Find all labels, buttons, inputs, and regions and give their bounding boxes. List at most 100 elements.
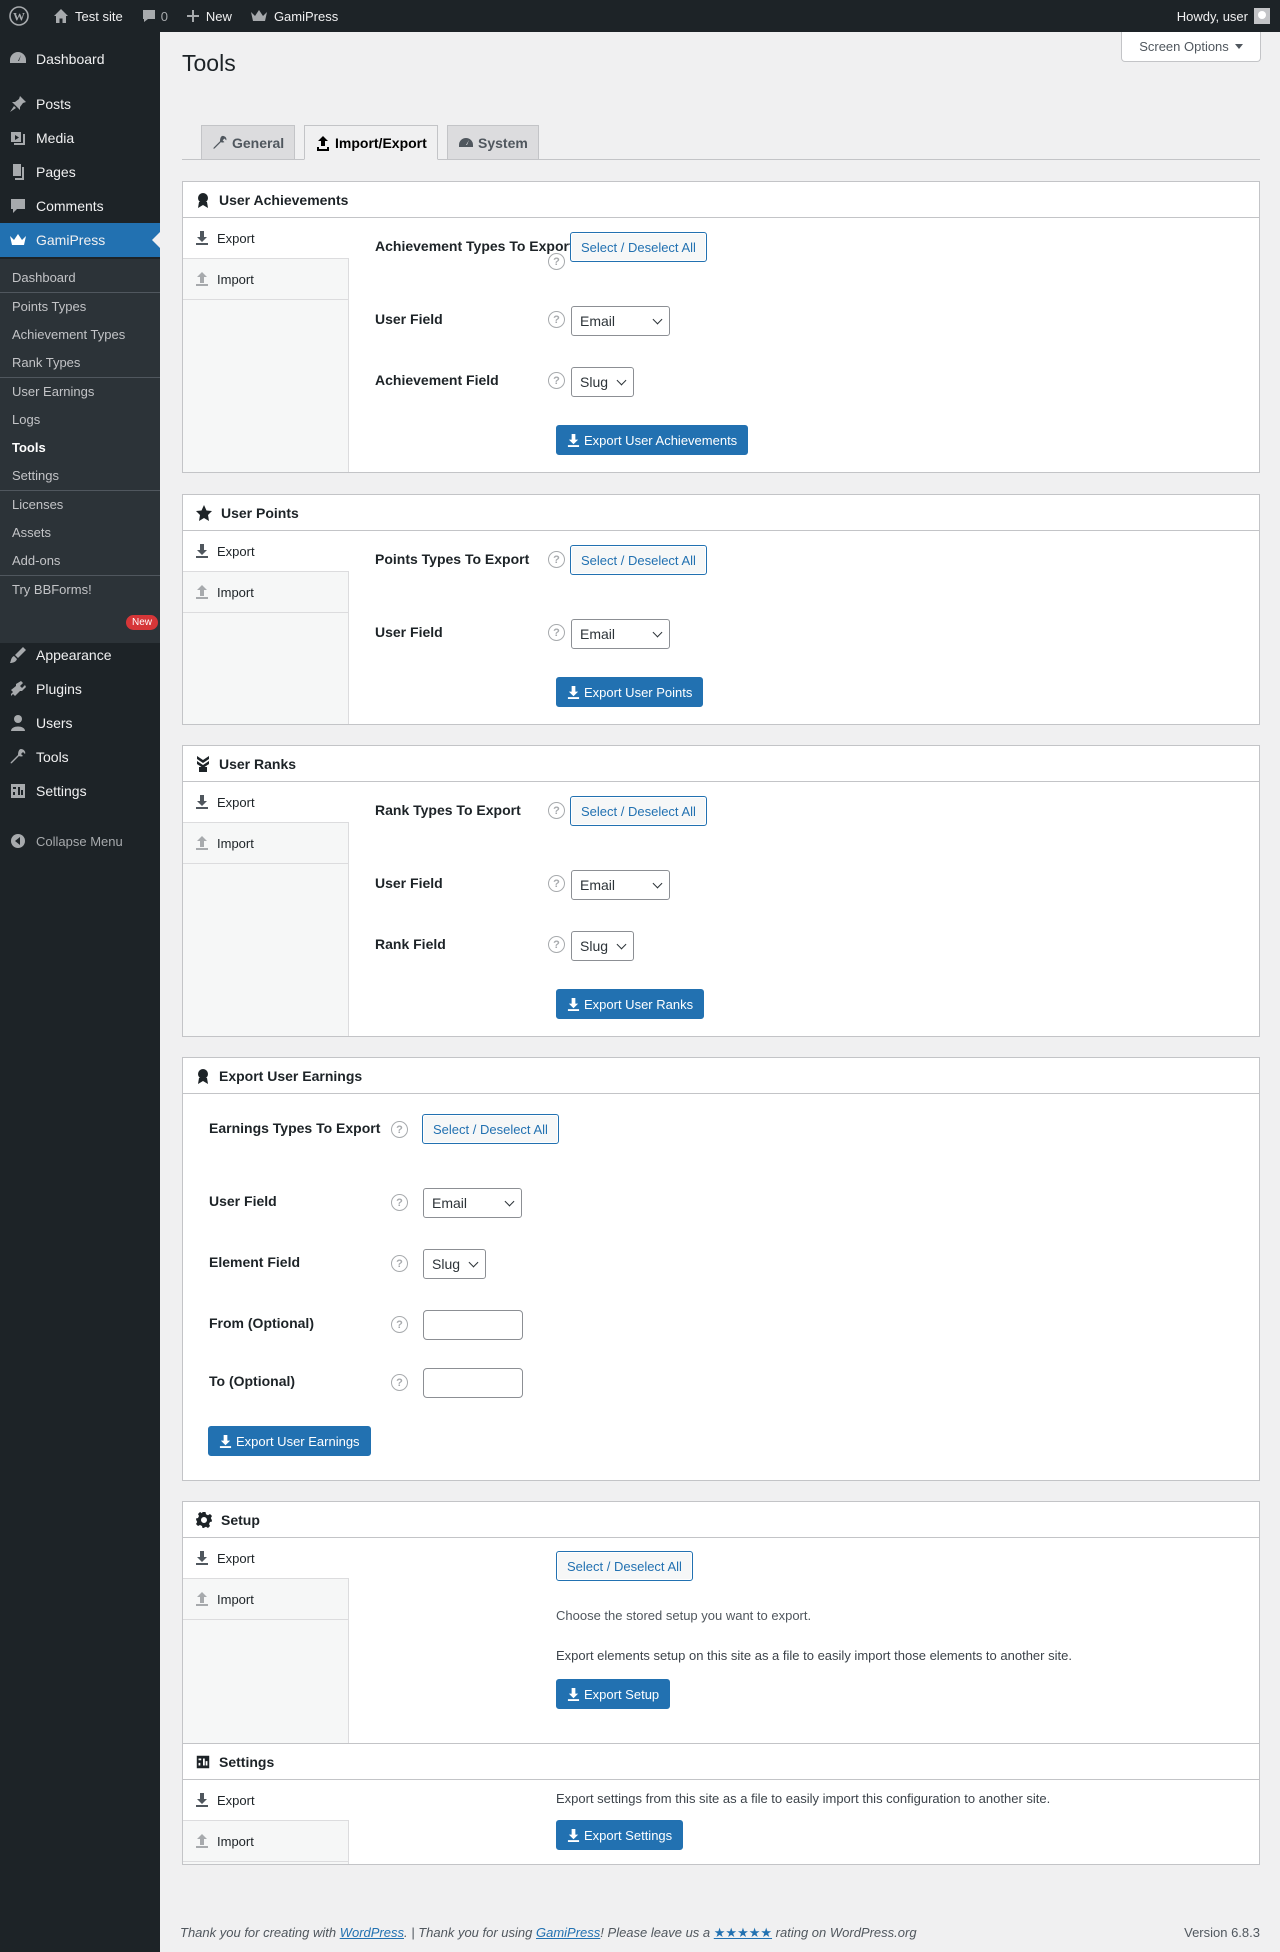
- media-icon: [11, 132, 25, 145]
- vtab-import[interactable]: Import: [183, 1821, 348, 1862]
- tab-import-export[interactable]: Import/Export: [304, 125, 438, 160]
- vtab-export[interactable]: Export: [183, 531, 349, 572]
- help-icon[interactable]: ?: [548, 253, 565, 270]
- award-icon: [198, 1068, 208, 1084]
- vtab-import[interactable]: Import: [183, 259, 348, 300]
- menu-pages[interactable]: Pages: [0, 155, 160, 189]
- vtab-label: Export: [217, 230, 255, 246]
- vtab-export[interactable]: Export: [183, 1538, 349, 1579]
- collapse-menu-button[interactable]: Collapse Menu: [0, 824, 123, 858]
- menu-gamipress[interactable]: GamiPress: [0, 223, 160, 257]
- help-icon[interactable]: ?: [548, 311, 565, 328]
- select-deselect-all-button[interactable]: Select / Deselect All: [556, 1551, 693, 1581]
- submenu-tools[interactable]: Tools: [12, 440, 46, 455]
- box-title: Setup: [221, 1511, 260, 1528]
- help-icon[interactable]: ?: [548, 875, 565, 892]
- submenu-licenses[interactable]: Licenses: [12, 497, 63, 512]
- submenu-points-types[interactable]: Points Types: [12, 299, 86, 314]
- user-field-select[interactable]: Email: [571, 870, 670, 900]
- menu-users[interactable]: Users: [0, 706, 160, 740]
- export-panel: Select / Deselect All Choose the stored …: [349, 1538, 1259, 1753]
- export-user-points-button[interactable]: Export User Points: [556, 677, 704, 707]
- tab-system[interactable]: System: [447, 125, 539, 160]
- box-title: User Achievements: [219, 191, 349, 208]
- vtab-import[interactable]: Import: [183, 823, 348, 864]
- help-icon[interactable]: ?: [391, 1316, 408, 1333]
- submenu-rank-types[interactable]: Rank Types: [12, 355, 80, 370]
- help-icon[interactable]: ?: [391, 1255, 408, 1272]
- vtab-export[interactable]: Export: [183, 1780, 349, 1821]
- select-deselect-all-button[interactable]: Select / Deselect All: [570, 796, 707, 826]
- element-field-select[interactable]: Slug: [423, 1249, 486, 1279]
- button-label: Export User Ranks: [584, 996, 694, 1012]
- help-icon[interactable]: ?: [391, 1194, 408, 1211]
- user-field-select[interactable]: Email: [423, 1188, 522, 1218]
- submenu-try-bbforms[interactable]: Try BBForms!: [12, 582, 92, 597]
- vtab-import[interactable]: Import: [183, 1579, 348, 1620]
- export-user-ranks-button[interactable]: Export User Ranks: [556, 989, 705, 1019]
- help-icon[interactable]: ?: [391, 1121, 408, 1138]
- my-account-link[interactable]: Howdy, user: [1168, 0, 1280, 32]
- menu-dashboard[interactable]: Dashboard: [0, 42, 160, 76]
- menu-plugins[interactable]: Plugins: [0, 672, 160, 706]
- menu-tools[interactable]: Tools: [0, 740, 160, 774]
- wordpress-link[interactable]: WordPress: [340, 1925, 404, 1940]
- help-icon[interactable]: ?: [548, 372, 565, 389]
- help-icon[interactable]: ?: [548, 936, 565, 953]
- appearance-icon: [10, 647, 26, 663]
- submenu-achievement-types[interactable]: Achievement Types: [12, 327, 125, 342]
- submenu-user-earnings[interactable]: User Earnings: [12, 384, 94, 399]
- vtab-export[interactable]: Export: [183, 782, 349, 823]
- menu-appearance[interactable]: Appearance: [0, 638, 160, 672]
- submenu-dashboard[interactable]: Dashboard: [12, 270, 76, 285]
- menu-media[interactable]: Media: [0, 121, 160, 155]
- achievement-field-select[interactable]: Slug: [571, 367, 634, 397]
- export-user-achievements-button[interactable]: Export User Achievements: [556, 425, 749, 455]
- help-icon[interactable]: ?: [548, 802, 565, 819]
- help-icon[interactable]: ?: [391, 1374, 408, 1391]
- site-name-link[interactable]: Test site: [44, 0, 132, 32]
- site-name: Test site: [75, 8, 123, 24]
- submenu-add-ons[interactable]: Add-ons: [12, 553, 60, 568]
- comments-link[interactable]: 0: [132, 0, 177, 32]
- gamipress-adminbar-link[interactable]: GamiPress: [241, 0, 347, 32]
- rating-stars-link[interactable]: ★★★★★: [714, 1925, 772, 1940]
- comments-count: 0: [160, 8, 168, 24]
- vtab-label: Import: [217, 835, 254, 851]
- help-icon[interactable]: ?: [548, 551, 565, 568]
- box-header: Settings: [183, 1744, 1259, 1780]
- submenu-logs[interactable]: Logs: [12, 412, 40, 427]
- user-field-select[interactable]: Email: [571, 306, 670, 336]
- from-date-input[interactable]: [423, 1310, 523, 1340]
- export-panel: Rank Types To Export ? Select / Deselect…: [349, 782, 1259, 1036]
- new-content-link[interactable]: New: [177, 0, 241, 32]
- select-deselect-all-button[interactable]: Select / Deselect All: [422, 1114, 559, 1144]
- footer-text: . | Thank you for using: [404, 1925, 536, 1940]
- select-deselect-all-button[interactable]: Select / Deselect All: [570, 545, 707, 575]
- wordpress-logo-button[interactable]: W: [0, 0, 44, 32]
- submenu-separator: [0, 490, 160, 491]
- vtab-export[interactable]: Export: [183, 218, 349, 259]
- export-setup-button[interactable]: Export Setup: [556, 1679, 671, 1709]
- menu-settings[interactable]: Settings: [0, 774, 160, 808]
- download-icon: [567, 433, 580, 447]
- to-date-input[interactable]: [423, 1368, 523, 1398]
- export-user-earnings-button[interactable]: Export User Earnings: [208, 1426, 371, 1456]
- select-deselect-all-button[interactable]: Select / Deselect All: [570, 232, 707, 262]
- screen-options-button[interactable]: Screen Options: [1121, 32, 1261, 62]
- tab-general[interactable]: General: [201, 125, 296, 160]
- gamipress-link[interactable]: GamiPress: [536, 1925, 600, 1940]
- help-icon[interactable]: ?: [548, 624, 565, 641]
- submenu-settings[interactable]: Settings: [12, 468, 59, 483]
- user-field-select[interactable]: Email: [571, 619, 670, 649]
- submenu-assets[interactable]: Assets: [12, 525, 51, 540]
- vtab-label: Export: [217, 1792, 255, 1808]
- export-settings-button[interactable]: Export Settings: [556, 1820, 684, 1850]
- menu-comments[interactable]: Comments: [0, 189, 160, 223]
- comments-icon: [11, 199, 25, 213]
- upload-icon: [196, 836, 208, 850]
- user-ranks-box: User Ranks Export Import Rank Types To E…: [182, 745, 1260, 1037]
- menu-posts[interactable]: Posts: [0, 87, 160, 121]
- vtab-import[interactable]: Import: [183, 572, 348, 613]
- rank-field-select[interactable]: Slug: [571, 931, 634, 961]
